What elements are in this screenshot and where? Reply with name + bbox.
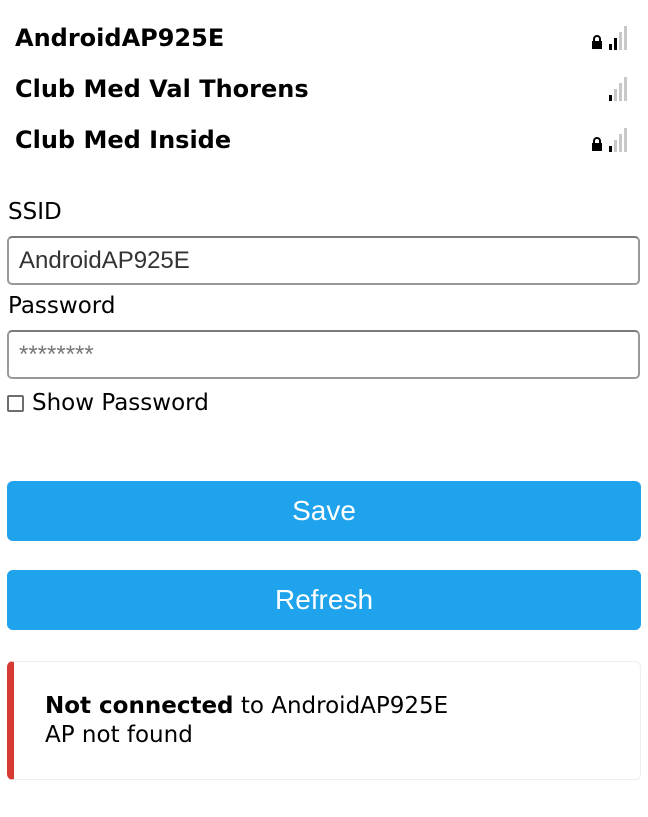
status-connector: to: [233, 693, 272, 719]
lock-icon: [591, 136, 603, 152]
network-name: AndroidAP925E: [15, 23, 225, 52]
network-name: Club Med Inside: [15, 125, 232, 154]
connection-status-panel: Not connected to AndroidAP925E AP not fo…: [7, 661, 641, 780]
status-detail: AP not found: [45, 722, 193, 748]
network-item[interactable]: Club Med Inside: [15, 114, 627, 165]
network-item[interactable]: AndroidAP925E: [15, 12, 627, 63]
status-ssid: AndroidAP925E: [271, 693, 449, 719]
show-password-checkbox[interactable]: [7, 394, 24, 412]
save-button[interactable]: Save: [7, 481, 641, 541]
password-label: Password: [8, 293, 116, 319]
lock-icon: [591, 34, 603, 50]
password-input[interactable]: [7, 330, 640, 379]
network-indicators: [609, 75, 627, 103]
network-name: Club Med Val Thorens: [15, 74, 309, 103]
status-line: Not connected to AndroidAP925E: [45, 692, 640, 721]
ssid-input[interactable]: [7, 236, 640, 285]
show-password-toggle[interactable]: Show Password: [7, 390, 209, 416]
network-list: AndroidAP925E Club Med Val Thorens Club …: [15, 12, 627, 165]
show-password-label: Show Password: [32, 390, 209, 416]
signal-icon: [609, 127, 627, 152]
network-item[interactable]: Club Med Val Thorens: [15, 63, 627, 114]
signal-icon: [609, 76, 627, 101]
ssid-label: SSID: [8, 199, 62, 225]
refresh-button[interactable]: Refresh: [7, 570, 641, 630]
network-indicators: [591, 126, 627, 154]
signal-icon: [609, 25, 627, 50]
network-indicators: [591, 24, 627, 52]
status-state: Not connected: [45, 693, 234, 719]
